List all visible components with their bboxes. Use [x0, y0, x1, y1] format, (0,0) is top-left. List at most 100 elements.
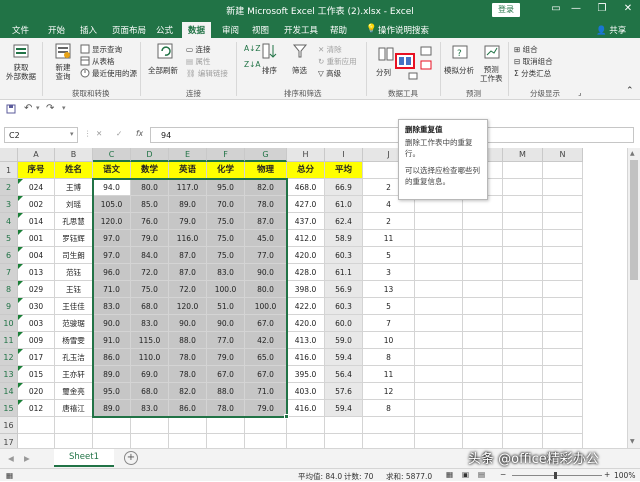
cell[interactable] [169, 417, 207, 434]
data-cell[interactable]: 88.0 [169, 332, 207, 349]
zoom-out-icon[interactable]: − [500, 470, 506, 479]
name-box[interactable]: C2 [4, 127, 78, 143]
data-cell[interactable]: 120.0 [169, 298, 207, 315]
data-cell[interactable]: 79.0 [207, 349, 245, 366]
data-cell[interactable]: 80.0 [131, 179, 169, 196]
cell[interactable] [18, 417, 55, 434]
data-cell[interactable]: 77.0 [245, 247, 287, 264]
row-header[interactable]: 9 [0, 298, 18, 315]
cell[interactable] [503, 366, 543, 383]
flash-fill-icon[interactable] [420, 46, 432, 56]
data-cell[interactable]: 杨雪雯 [55, 332, 93, 349]
column-header[interactable]: C [93, 148, 131, 162]
from-table-button[interactable]: 从表格 [92, 56, 115, 67]
data-cell[interactable]: 79.0 [131, 230, 169, 247]
data-cell[interactable]: 56.9 [325, 281, 363, 298]
data-cell[interactable]: 437.0 [287, 213, 325, 230]
data-cell[interactable]: 427.0 [287, 196, 325, 213]
tab-developer[interactable]: 开发工具 [284, 24, 318, 36]
cell[interactable] [363, 434, 415, 448]
cell[interactable] [415, 332, 463, 349]
data-cell[interactable]: 89.0 [169, 196, 207, 213]
data-cell[interactable]: 100.0 [245, 298, 287, 315]
cell[interactable] [55, 417, 93, 434]
data-cell[interactable]: 89.0 [93, 400, 131, 417]
clear-button[interactable]: ✕ 清除 [318, 44, 342, 55]
data-cell[interactable]: 58.9 [325, 230, 363, 247]
data-cell[interactable]: 王亦轩 [55, 366, 93, 383]
cell[interactable] [503, 264, 543, 281]
column-title-cell[interactable]: 语文 [93, 162, 131, 179]
cell[interactable] [93, 434, 131, 448]
data-cell[interactable]: 90.0 [93, 315, 131, 332]
column-title-cell[interactable]: 数学 [131, 162, 169, 179]
cell[interactable] [543, 196, 583, 213]
what-if-analysis-button[interactable]: 模拟分析 [444, 65, 474, 76]
data-cell[interactable]: 60.3 [325, 298, 363, 315]
data-cell[interactable]: 11 [363, 230, 415, 247]
cell[interactable] [503, 349, 543, 366]
cell[interactable] [463, 417, 503, 434]
row-header[interactable]: 6 [0, 247, 18, 264]
cell[interactable] [543, 332, 583, 349]
cell[interactable] [503, 230, 543, 247]
share-button[interactable]: 👤 共享 [596, 24, 626, 36]
cell[interactable] [415, 434, 463, 448]
data-cell[interactable]: 014 [18, 213, 55, 230]
cell[interactable] [543, 264, 583, 281]
sort-ascending-button[interactable]: A↓Z [244, 44, 261, 53]
connections-button[interactable]: ▭ 连接 [186, 44, 210, 55]
data-cell[interactable]: 77.0 [207, 332, 245, 349]
column-header[interactable]: E [169, 148, 207, 162]
column-header[interactable]: H [287, 148, 325, 162]
data-cell[interactable]: 416.0 [287, 400, 325, 417]
data-cell[interactable]: 003 [18, 315, 55, 332]
data-cell[interactable]: 94.0 [93, 179, 131, 196]
row-header[interactable]: 16 [0, 417, 18, 434]
tab-review[interactable]: 审阅 [222, 24, 239, 36]
cell[interactable] [543, 383, 583, 400]
column-header[interactable]: I [325, 148, 363, 162]
data-cell[interactable]: 13 [363, 281, 415, 298]
data-cell[interactable]: 范骏琚 [55, 315, 93, 332]
remove-duplicates-icon[interactable] [395, 53, 415, 69]
cell[interactable] [503, 162, 543, 179]
outline-dialog-launcher-icon[interactable]: ⌟ [578, 88, 582, 97]
cell[interactable] [543, 349, 583, 366]
data-cell[interactable]: 75.0 [207, 213, 245, 230]
data-cell[interactable]: 67.0 [207, 366, 245, 383]
data-cell[interactable]: 012 [18, 400, 55, 417]
data-cell[interactable]: 95.0 [207, 179, 245, 196]
data-cell[interactable]: 56.4 [325, 366, 363, 383]
data-cell[interactable]: 015 [18, 366, 55, 383]
data-cell[interactable]: 79.0 [169, 213, 207, 230]
select-all-corner[interactable] [0, 148, 18, 162]
tell-me-search[interactable]: 操作说明搜索 [378, 24, 429, 36]
row-header[interactable]: 13 [0, 366, 18, 383]
cell[interactable] [463, 434, 503, 448]
data-cell[interactable]: 117.0 [169, 179, 207, 196]
cell[interactable] [415, 247, 463, 264]
column-title-cell[interactable]: 序号 [18, 162, 55, 179]
cell[interactable] [503, 179, 543, 196]
data-cell[interactable]: 69.0 [131, 366, 169, 383]
tab-insert[interactable]: 插入 [80, 24, 97, 36]
data-cell[interactable]: 88.0 [207, 383, 245, 400]
data-cell[interactable]: 95.0 [93, 383, 131, 400]
cell[interactable] [543, 213, 583, 230]
subtotal-button[interactable]: Σ 分类汇总 [514, 68, 551, 79]
cell[interactable] [543, 298, 583, 315]
cell[interactable] [543, 417, 583, 434]
data-cell[interactable]: 115.0 [131, 332, 169, 349]
data-cell[interactable]: 59.4 [325, 349, 363, 366]
data-cell[interactable]: 90.0 [245, 264, 287, 281]
data-cell[interactable]: 001 [18, 230, 55, 247]
data-cell[interactable]: 87.0 [169, 247, 207, 264]
cell[interactable] [503, 298, 543, 315]
data-cell[interactable]: 罗钰辉 [55, 230, 93, 247]
forecast-sheet-button[interactable]: 预测 工作表 [480, 65, 503, 83]
data-cell[interactable]: 403.0 [287, 383, 325, 400]
data-cell[interactable]: 002 [18, 196, 55, 213]
tab-formulas[interactable]: 公式 [156, 24, 173, 36]
zoom-in-icon[interactable]: + [604, 470, 610, 479]
